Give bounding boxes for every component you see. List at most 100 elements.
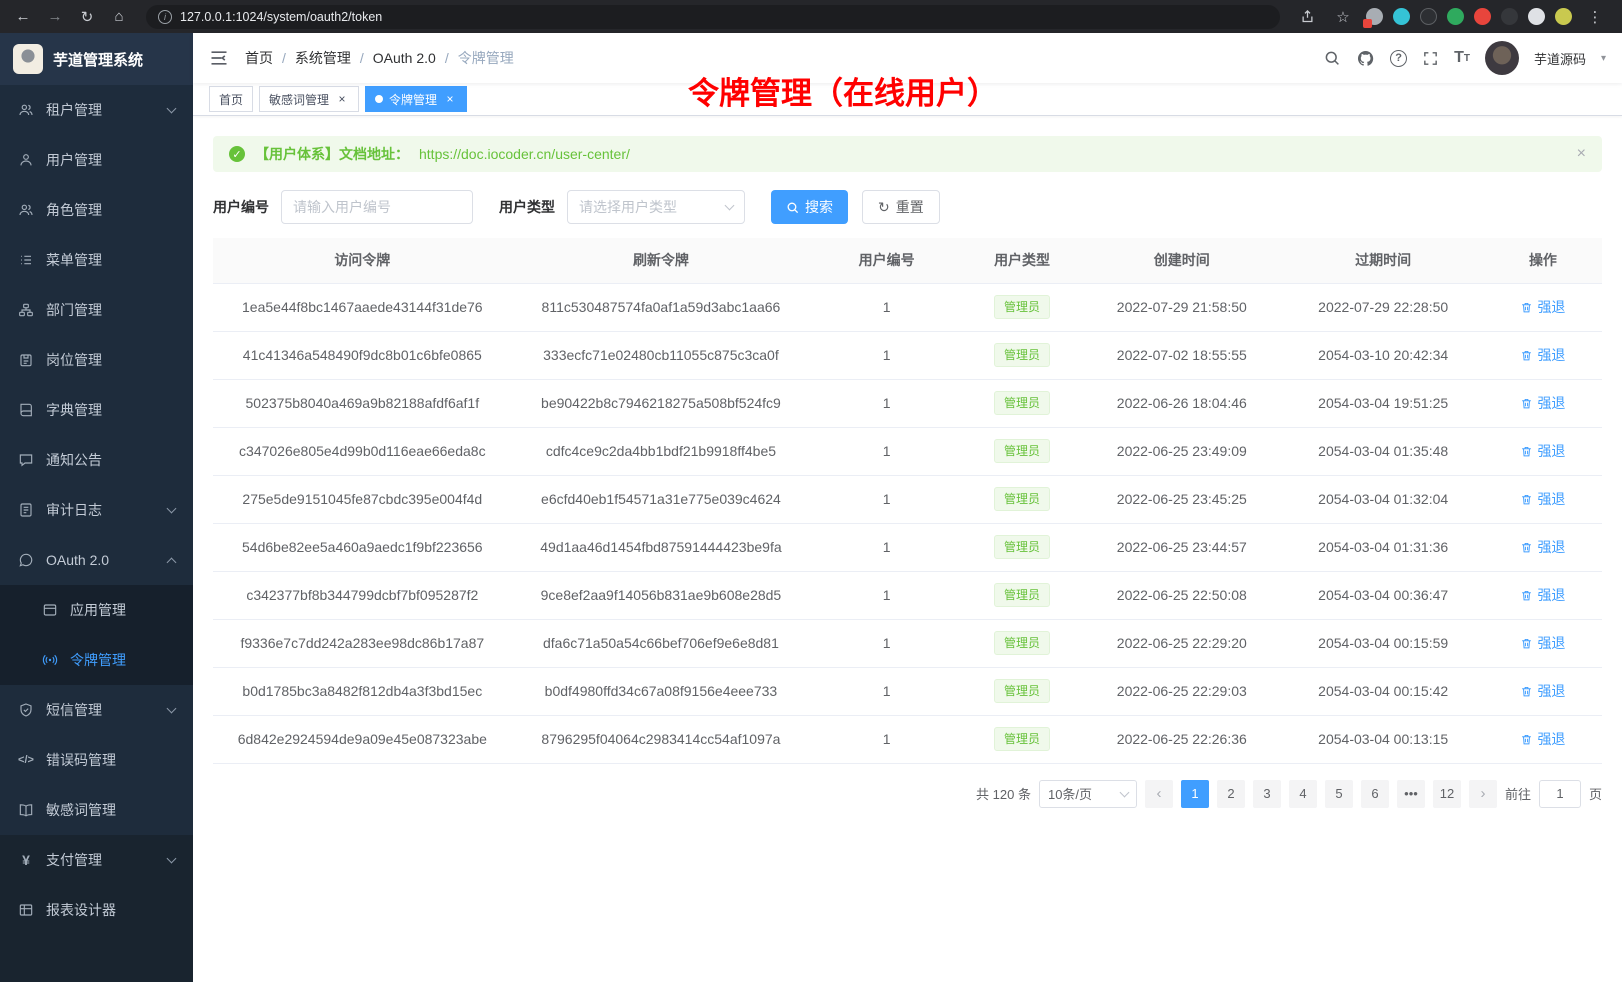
tab-token-management[interactable]: 令牌管理 × (365, 86, 467, 112)
table-row: 54d6be82ee5a460a9aedc1f9bf223656 49d1aa4… (213, 523, 1602, 571)
sidebar-item-audit-log[interactable]: 审计日志 (0, 485, 193, 535)
user-type-select[interactable]: 请选择用户类型 (567, 190, 745, 224)
page-button[interactable]: 6 (1361, 780, 1389, 808)
user-avatar[interactable] (1485, 41, 1519, 75)
doc-link[interactable]: https://doc.iocoder.cn/user-center/ (419, 146, 630, 162)
extension-icon[interactable] (1447, 8, 1464, 25)
goto-page-input[interactable] (1539, 780, 1581, 808)
refresh-token-cell: dfa6c71a50a54c66bef706ef9e6e8d81 (512, 619, 811, 667)
more-vert-icon[interactable]: ⋮ (1582, 4, 1608, 30)
expire-time-cell: 2054-03-10 20:42:34 (1282, 331, 1483, 379)
page-size-select[interactable]: 10条/页 (1039, 780, 1137, 808)
page-button[interactable]: 1 (1181, 780, 1209, 808)
user-id-label: 用户编号 (213, 197, 269, 217)
sidebar: 芋道管理系统 租户管理 用户管理 角色管理 菜单管理 部 (0, 33, 193, 982)
extension-icon[interactable] (1366, 8, 1383, 25)
reset-button[interactable]: ↻ 重置 (862, 190, 940, 224)
prev-page-button[interactable]: ‹ (1145, 780, 1173, 808)
table-row: 41c41346a548490f9dc8b01c6bfe0865 333ecfc… (213, 331, 1602, 379)
caret-down-icon[interactable]: ▾ (1601, 53, 1606, 64)
home-icon[interactable]: ⌂ (106, 4, 132, 30)
user-id-cell: 1 (810, 667, 963, 715)
search-button[interactable]: 搜索 (771, 190, 848, 224)
sidebar-item-label: 字典管理 (46, 400, 175, 420)
github-icon[interactable] (1356, 49, 1375, 68)
forward-icon[interactable]: → (42, 4, 68, 30)
sidebar-item-app-management[interactable]: 应用管理 (0, 585, 193, 635)
force-logout-button[interactable]: 强退 (1520, 489, 1565, 509)
extension-icon[interactable] (1393, 8, 1410, 25)
more-pages-button[interactable]: ••• (1397, 780, 1425, 808)
user-type-badge: 管理员 (994, 631, 1050, 655)
create-time-cell: 2022-06-26 18:04:46 (1081, 379, 1282, 427)
sidebar-item-user[interactable]: 用户管理 (0, 135, 193, 185)
force-logout-button[interactable]: 强退 (1520, 633, 1565, 653)
help-icon[interactable]: ? (1390, 50, 1407, 67)
user-name[interactable]: 芋道源码 (1534, 49, 1586, 68)
sidebar-item-menu[interactable]: 菜单管理 (0, 235, 193, 285)
sidebar-item-label: 报表设计器 (46, 900, 175, 920)
browser-profile-avatar[interactable] (1555, 8, 1572, 25)
force-logout-button[interactable]: 强退 (1520, 585, 1565, 605)
window-icon (42, 602, 58, 618)
app-logo-area[interactable]: 芋道管理系统 (0, 33, 193, 85)
force-logout-button[interactable]: 强退 (1520, 537, 1565, 557)
page-button[interactable]: 2 (1217, 780, 1245, 808)
sidebar-item-token-management[interactable]: 令牌管理 (0, 635, 193, 685)
sidebar-item-label: 应用管理 (70, 600, 175, 620)
back-icon[interactable]: ← (10, 4, 36, 30)
user-type-badge: 管理员 (994, 439, 1050, 463)
alert-close-icon[interactable]: × (1577, 145, 1586, 163)
sidebar-item-oauth[interactable]: OAuth 2.0 (0, 535, 193, 585)
page-button[interactable]: 4 (1289, 780, 1317, 808)
refresh-icon[interactable]: ↻ (74, 4, 100, 30)
fullscreen-icon[interactable] (1422, 50, 1439, 67)
refresh-token-cell: 811c530487574fa0af1a59d3abc1aa66 (512, 283, 811, 331)
hamburger-icon[interactable] (209, 48, 229, 68)
force-logout-button[interactable]: 强退 (1520, 297, 1565, 317)
sidebar-item-sensitive-words[interactable]: 敏感词管理 (0, 785, 193, 835)
breadcrumb-home[interactable]: 首页 (245, 48, 273, 68)
force-logout-button[interactable]: 强退 (1520, 681, 1565, 701)
page-button[interactable]: 3 (1253, 780, 1281, 808)
site-info-icon[interactable]: i (158, 10, 172, 24)
share-icon[interactable] (1294, 4, 1320, 30)
sidebar-item-payment[interactable]: ¥ 支付管理 (0, 835, 193, 885)
force-logout-button[interactable]: 强退 (1520, 393, 1565, 413)
reset-icon: ↻ (878, 199, 890, 216)
tab-sensitive-words[interactable]: 敏感词管理 × (259, 86, 359, 112)
breadcrumb-system[interactable]: 系统管理 (295, 48, 351, 68)
font-size-icon[interactable]: TT (1454, 49, 1470, 67)
sidebar-item-post[interactable]: 岗位管理 (0, 335, 193, 385)
user-id-input[interactable] (281, 190, 473, 224)
sidebar-menu: 租户管理 用户管理 角色管理 菜单管理 部门管理 岗位管理 (0, 85, 193, 982)
close-icon[interactable]: × (443, 92, 457, 106)
total-count: 共 120 条 (976, 784, 1031, 803)
next-page-button[interactable]: › (1469, 780, 1497, 808)
sidebar-item-dict[interactable]: 字典管理 (0, 385, 193, 435)
bookmark-star-icon[interactable]: ☆ (1330, 4, 1356, 30)
page-button[interactable]: 5 (1325, 780, 1353, 808)
force-logout-button[interactable]: 强退 (1520, 441, 1565, 461)
sidebar-item-error-code[interactable]: </> 错误码管理 (0, 735, 193, 785)
sidebar-item-dept[interactable]: 部门管理 (0, 285, 193, 335)
extension-icon[interactable] (1528, 8, 1545, 25)
page-button[interactable]: 12 (1433, 780, 1461, 808)
search-icon[interactable] (1323, 49, 1341, 67)
sidebar-item-notice[interactable]: 通知公告 (0, 435, 193, 485)
sidebar-item-report-designer[interactable]: 报表设计器 (0, 885, 193, 935)
extension-icon[interactable] (1474, 8, 1491, 25)
chat-icon (18, 452, 34, 468)
extension-icon[interactable] (1501, 8, 1518, 25)
force-logout-button[interactable]: 强退 (1520, 345, 1565, 365)
url-bar[interactable]: i 127.0.0.1:1024/system/oauth2/token (146, 5, 1280, 29)
sidebar-item-sms[interactable]: 短信管理 (0, 685, 193, 735)
access-token-cell: c342377bf8b344799dcbf7bf095287f2 (213, 571, 512, 619)
breadcrumb-oauth[interactable]: OAuth 2.0 (373, 50, 436, 66)
tab-home[interactable]: 首页 (209, 86, 253, 112)
close-icon[interactable]: × (335, 92, 349, 106)
sidebar-item-tenant[interactable]: 租户管理 (0, 85, 193, 135)
extension-icon[interactable] (1420, 8, 1437, 25)
sidebar-item-role[interactable]: 角色管理 (0, 185, 193, 235)
force-logout-button[interactable]: 强退 (1520, 729, 1565, 749)
